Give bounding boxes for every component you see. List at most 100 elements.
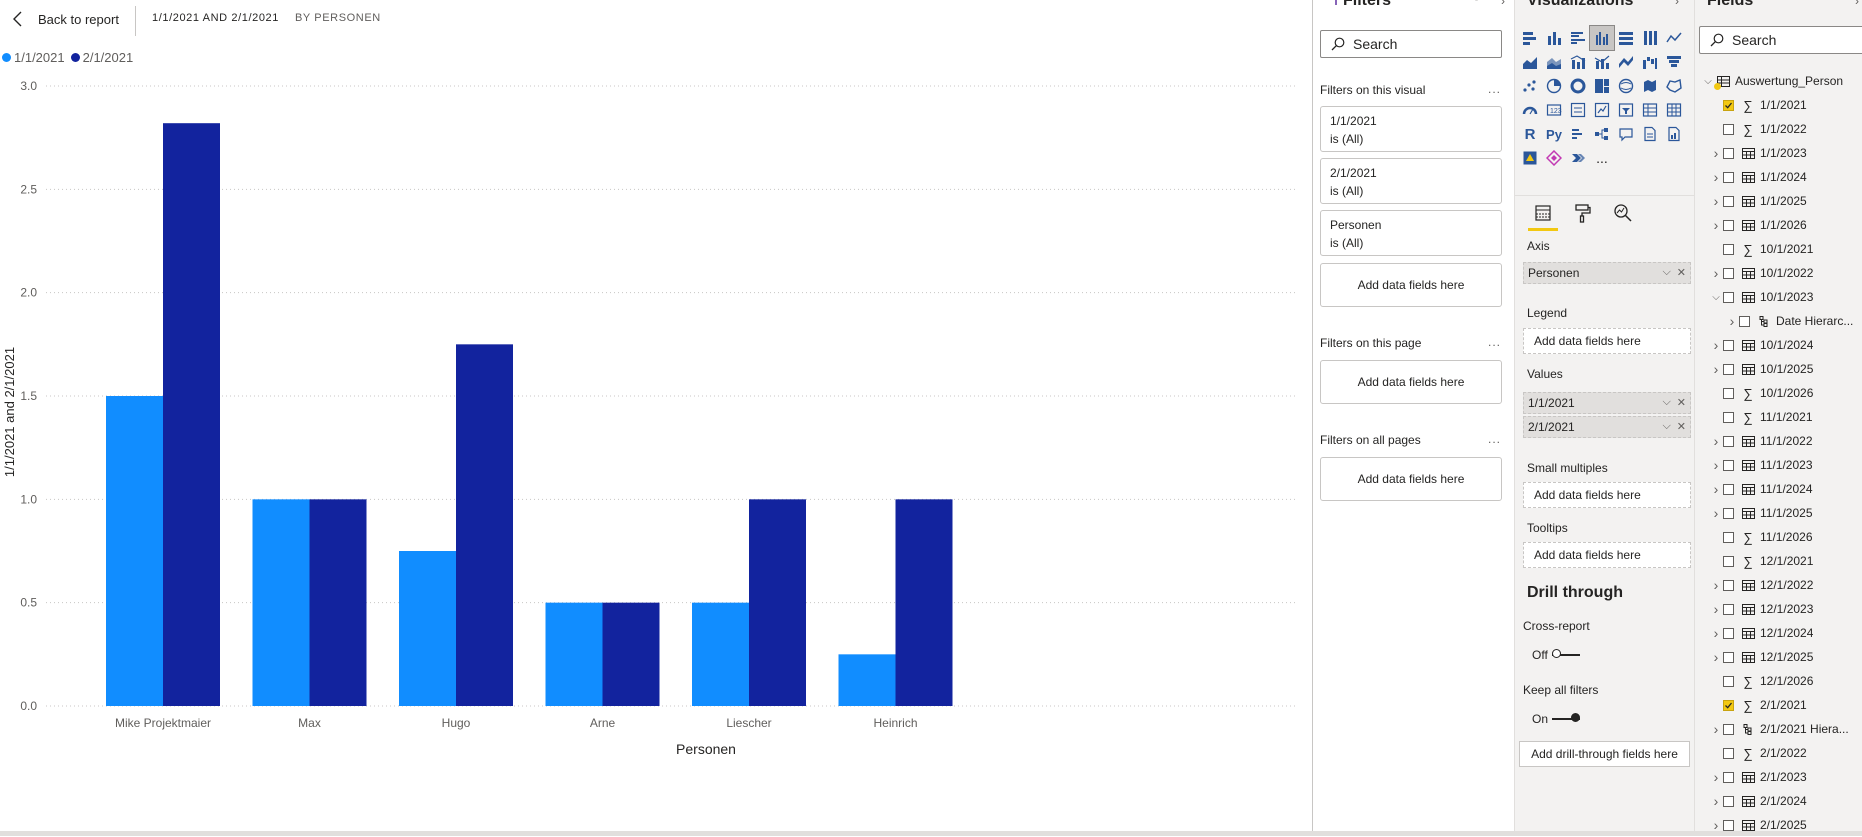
analytics-tab[interactable] [1608, 199, 1638, 227]
area-chart-icon[interactable] [1518, 50, 1542, 74]
field-item[interactable]: › 1/1/2024 [1695, 165, 1862, 189]
checkbox[interactable] [1723, 171, 1734, 183]
field-item[interactable]: › 2/1/2023 [1695, 765, 1862, 789]
chevron-right-icon[interactable]: › [1709, 793, 1723, 809]
bar-1-3[interactable] [545, 602, 603, 706]
line-chart-icon[interactable] [1662, 26, 1686, 50]
chevron-right-icon[interactable]: › [1725, 313, 1739, 329]
checkbox[interactable] [1723, 675, 1734, 687]
bar-2-4[interactable] [749, 499, 806, 706]
checkbox[interactable] [1723, 723, 1734, 735]
field-item[interactable]: › 2/1/2024 [1695, 789, 1862, 813]
checkbox[interactable] [1723, 627, 1734, 639]
checkbox[interactable] [1723, 795, 1734, 807]
r-script-icon[interactable]: R [1518, 122, 1542, 146]
key-influencers-icon[interactable] [1566, 122, 1590, 146]
legend-item-series-1[interactable]: 1/1/2021 [2, 50, 65, 65]
filter-card-2-1-2021[interactable]: 2/1/2021 is (All) [1320, 158, 1502, 204]
filters-on-visual-more-icon[interactable]: ... [1488, 82, 1501, 96]
card-icon[interactable]: 123 [1542, 98, 1566, 122]
python-visual-icon[interactable]: Py [1542, 122, 1566, 146]
checkbox[interactable] [1723, 507, 1734, 519]
chevron-right-icon[interactable]: › [1709, 649, 1723, 665]
bar-2-1[interactable] [309, 499, 367, 706]
kpi-icon[interactable] [1590, 98, 1614, 122]
field-item[interactable]: ∑ 10/1/2026 [1695, 381, 1862, 405]
field-item[interactable]: ∑ 2/1/2021 [1695, 693, 1862, 717]
chevron-down-icon[interactable]: ⌵ [1662, 420, 1670, 433]
chevron-right-icon[interactable]: › [1709, 169, 1723, 185]
ribbon-chart-icon[interactable] [1614, 50, 1638, 74]
filters-all-add-fields[interactable]: Add data fields here [1320, 457, 1502, 501]
legend-item-series-2[interactable]: 2/1/2021 [70, 50, 133, 65]
chevron-right-icon[interactable]: › [1709, 505, 1723, 521]
add-drill-through-fields[interactable]: Add drill-through fields here [1519, 741, 1690, 767]
paginated-report-icon[interactable] [1662, 122, 1686, 146]
decomposition-tree-icon[interactable] [1590, 122, 1614, 146]
chevron-right-icon[interactable]: › [1709, 601, 1723, 617]
field-item[interactable]: › 11/1/2023 [1695, 453, 1862, 477]
field-item[interactable]: › 11/1/2024 [1695, 477, 1862, 501]
checkbox[interactable] [1723, 771, 1734, 783]
filled-map-icon[interactable] [1638, 74, 1662, 98]
field-item[interactable]: ∑ 11/1/2021 [1695, 405, 1862, 429]
bar-1-0[interactable] [106, 396, 163, 706]
values-field-2-1-2021[interactable]: 2/1/2021 ⌵ ✕ [1523, 416, 1691, 438]
more-visuals-icon[interactable]: ... [1590, 146, 1614, 170]
pie-chart-icon[interactable] [1542, 74, 1566, 98]
filters-on-all-more-icon[interactable]: ... [1488, 432, 1501, 446]
power-automate-flow-icon[interactable] [1566, 146, 1590, 170]
funnel-chart-icon[interactable] [1662, 50, 1686, 74]
small-multiples-add[interactable]: Add data fields here [1523, 482, 1691, 508]
bar-2-2[interactable] [456, 344, 513, 706]
checkbox[interactable] [1723, 387, 1734, 399]
map-icon[interactable] [1614, 74, 1638, 98]
checkbox[interactable] [1739, 315, 1750, 327]
field-item[interactable]: › 1/1/2025 [1695, 189, 1862, 213]
remove-field-icon[interactable]: ✕ [1677, 266, 1686, 279]
checkbox[interactable] [1723, 411, 1734, 423]
format-tab[interactable] [1568, 199, 1598, 227]
filter-card-personen[interactable]: Personen is (All) [1320, 210, 1502, 256]
clustered-column-icon[interactable] [1589, 25, 1615, 51]
checkbox[interactable] [1723, 579, 1734, 591]
filters-eye-icon[interactable]: ◌ [1473, 0, 1480, 4]
stacked-area-icon[interactable] [1542, 50, 1566, 74]
field-item[interactable]: › 10/1/2022 [1695, 261, 1862, 285]
chevron-down-icon[interactable]: ⌵ [1662, 396, 1670, 409]
tooltips-add[interactable]: Add data fields here [1523, 542, 1691, 568]
checkbox[interactable] [1723, 195, 1734, 207]
table-icon[interactable] [1638, 98, 1662, 122]
chevron-right-icon[interactable]: › [1709, 769, 1723, 785]
collapse-visualizations-icon[interactable]: › [1675, 0, 1679, 8]
checkbox[interactable] [1723, 603, 1734, 615]
filters-on-page-more-icon[interactable]: ... [1488, 335, 1501, 349]
stacked-column-icon[interactable] [1542, 26, 1566, 50]
checkbox-checked[interactable] [1723, 99, 1734, 111]
chevron-down-icon[interactable]: ⌵ [1701, 76, 1715, 87]
checkbox[interactable] [1723, 531, 1734, 543]
collapse-fields-icon[interactable]: › [1855, 0, 1859, 8]
field-item[interactable]: › 10/1/2024 [1695, 333, 1862, 357]
power-automate-icon[interactable] [1542, 146, 1566, 170]
values-field-1-1-2021[interactable]: 1/1/2021 ⌵ ✕ [1523, 392, 1691, 414]
chevron-right-icon[interactable]: › [1709, 193, 1723, 209]
field-item[interactable]: › 11/1/2022 [1695, 429, 1862, 453]
field-item[interactable]: ∑ 11/1/2026 [1695, 525, 1862, 549]
field-item[interactable]: ∑ 1/1/2022 [1695, 117, 1862, 141]
field-item[interactable]: ⌵ 10/1/2023 [1695, 285, 1862, 309]
chevron-down-icon[interactable]: ⌵ [1709, 292, 1723, 303]
field-item[interactable]: › 12/1/2022 [1695, 573, 1862, 597]
cross-report-toggle[interactable]: Off [1532, 648, 1580, 662]
bar-1-2[interactable] [399, 551, 456, 706]
clustered-bar-icon[interactable] [1566, 26, 1590, 50]
scatter-chart-icon[interactable] [1518, 74, 1542, 98]
gauge-icon[interactable] [1518, 98, 1542, 122]
100-stacked-bar-icon[interactable] [1614, 26, 1638, 50]
power-apps-icon[interactable] [1518, 146, 1542, 170]
checkbox[interactable] [1723, 339, 1734, 351]
checkbox[interactable] [1723, 435, 1734, 447]
field-item[interactable]: › Date Hierarc... [1695, 309, 1862, 333]
chevron-right-icon[interactable]: › [1709, 337, 1723, 353]
field-item[interactable]: ∑ 1/1/2021 [1695, 93, 1862, 117]
